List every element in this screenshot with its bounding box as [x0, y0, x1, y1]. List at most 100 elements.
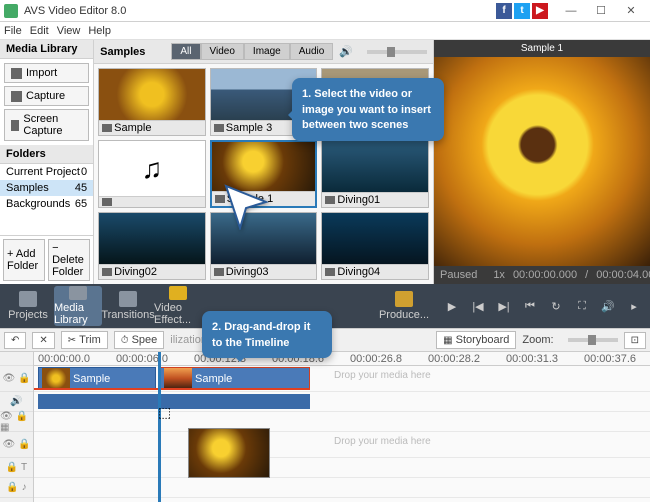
preview-duration: 00:00:04.000 — [596, 269, 650, 281]
video-track-head[interactable]: 👁 🔒 — [0, 366, 33, 392]
preview-panel: Sample 1 Paused 1x 00:00:00.000 / 00:00:… — [434, 40, 650, 284]
media-library-button[interactable]: Media Library — [54, 286, 102, 326]
produce-button[interactable]: Produce... — [380, 286, 428, 326]
thumb-audio[interactable]: ♫ — [98, 140, 206, 208]
text-track-head[interactable]: 🔒 T — [0, 458, 33, 478]
fullscreen-button[interactable]: ⛶ — [570, 294, 594, 318]
maximize-button[interactable]: ☐ — [586, 1, 616, 21]
tab-video[interactable]: Video — [201, 43, 244, 60]
delete-folder-button[interactable]: − Delete Folder — [48, 239, 90, 281]
time-ruler[interactable]: 00:00:00.0 00:00:06.0 00:00:12.3 00:00:1… — [34, 352, 650, 366]
zoom-slider[interactable] — [568, 338, 618, 342]
trim-button[interactable]: ✂ Trim — [61, 331, 108, 349]
clip-sample-2[interactable]: Sample — [160, 367, 310, 390]
folder-samples[interactable]: Samples45 — [0, 180, 93, 196]
drop-hint: Drop your media here — [334, 436, 431, 447]
screen-capture-button[interactable]: Screen Capture — [4, 109, 89, 141]
volume-button[interactable]: 🔊 — [596, 294, 620, 318]
youtube-icon[interactable]: ▶ — [532, 3, 548, 19]
overlay-track-head[interactable]: 👁 🔒 — [0, 432, 33, 458]
audio-track-head[interactable]: 🔊 — [0, 392, 33, 412]
redo-button[interactable]: ✕ — [32, 332, 54, 349]
import-button[interactable]: Import — [4, 63, 89, 83]
snapshot-button[interactable]: ▸ — [622, 294, 646, 318]
filmstrip-icon — [69, 286, 87, 300]
goto-start-button[interactable]: ⏮ — [518, 294, 542, 318]
preview-speed: 1x — [493, 269, 505, 281]
prev-frame-button[interactable]: |◀ — [466, 294, 490, 318]
music-track[interactable] — [34, 478, 650, 498]
track-area[interactable]: 00:00:00.0 00:00:06.0 00:00:12.3 00:00:1… — [34, 352, 650, 502]
social-links: f t ▶ — [496, 3, 548, 19]
playhead[interactable] — [158, 352, 161, 502]
thumb-sample[interactable]: Sample — [98, 68, 206, 136]
video-icon — [325, 268, 335, 276]
speed-button[interactable]: ⏱ Spee — [114, 331, 165, 349]
volume-icon[interactable]: 🔊 — [339, 45, 353, 58]
menu-help[interactable]: Help — [88, 25, 111, 37]
twitter-icon[interactable]: t — [514, 3, 530, 19]
music-track-head[interactable]: 🔒 ♪ — [0, 478, 33, 498]
callout-step-2: 2. Drag-and-drop it to the Timeline — [202, 311, 332, 358]
app-title: AVS Video Editor 8.0 — [24, 5, 496, 17]
camera-icon — [11, 91, 22, 102]
thumbnail-size-slider[interactable] — [367, 50, 427, 54]
loop-button[interactable]: ↻ — [544, 294, 568, 318]
preview-image[interactable] — [434, 57, 650, 266]
thumb-diving02[interactable]: Diving02 — [98, 212, 206, 280]
produce-icon — [395, 291, 413, 307]
video-track[interactable]: Sample Sample Drop your media here — [34, 366, 650, 392]
capture-button[interactable]: Capture — [4, 86, 89, 106]
menu-file[interactable]: File — [4, 25, 22, 37]
minimize-button[interactable]: — — [556, 1, 586, 21]
preview-status: Paused — [440, 269, 477, 281]
left-panel: Media Library Import Capture Screen Capt… — [0, 40, 94, 284]
folder-buttons: + Add Folder − Delete Folder — [0, 235, 93, 284]
thumb-image: ♫ — [99, 141, 205, 196]
audio-track[interactable] — [34, 392, 650, 412]
transitions-button[interactable]: Transitions — [104, 286, 152, 326]
effects-track[interactable] — [34, 412, 650, 432]
add-folder-button[interactable]: + Add Folder — [3, 239, 45, 281]
tab-audio[interactable]: Audio — [290, 43, 334, 60]
thumb-image — [322, 141, 428, 192]
tab-image[interactable]: Image — [244, 43, 290, 60]
video-icon — [102, 268, 112, 276]
thumb-image — [99, 69, 205, 120]
folder-current-project[interactable]: Current Project0 — [0, 164, 93, 180]
media-library-header: Media Library — [0, 40, 93, 59]
effects-track-head[interactable]: 👁 🔒 ▦ — [0, 412, 33, 432]
projects-button[interactable]: Projects — [4, 286, 52, 326]
folders-header: Folders — [0, 145, 93, 164]
selection-line — [34, 388, 310, 390]
folders-list: Current Project0 Samples45 Backgrounds65 — [0, 164, 93, 235]
transitions-icon — [119, 291, 137, 307]
audio-clip[interactable] — [38, 394, 310, 409]
thumb-image — [322, 213, 428, 264]
text-track[interactable] — [34, 458, 650, 478]
undo-button[interactable]: ↶ — [4, 332, 26, 349]
tab-all[interactable]: All — [171, 43, 200, 60]
play-button[interactable]: ▶ — [440, 294, 464, 318]
thumb-diving04[interactable]: Diving04 — [321, 212, 429, 280]
ruler-head — [0, 352, 33, 366]
fit-button[interactable]: ⊡ — [624, 332, 646, 349]
storyboard-button[interactable]: ▦ Storyboard — [436, 331, 516, 349]
video-icon — [325, 196, 335, 204]
drop-hint: Drop your media here — [334, 370, 431, 381]
folder-backgrounds[interactable]: Backgrounds65 — [0, 196, 93, 212]
thumb-diving01[interactable]: Diving01 — [321, 140, 429, 208]
menu-view[interactable]: View — [57, 25, 81, 37]
close-button[interactable]: ✕ — [616, 1, 646, 21]
overlay-track[interactable]: Drop your media here — [34, 432, 650, 458]
app-icon — [4, 4, 18, 18]
video-effects-button[interactable]: Video Effect... — [154, 286, 202, 326]
next-frame-button[interactable]: ▶| — [492, 294, 516, 318]
menu-edit[interactable]: Edit — [30, 25, 49, 37]
preview-title: Sample 1 — [434, 40, 650, 57]
screen-icon — [11, 120, 19, 131]
media-type-tabs: All Video Image Audio — [171, 43, 333, 60]
clip-sample-1[interactable]: Sample — [38, 367, 156, 390]
main-area: Media Library Import Capture Screen Capt… — [0, 40, 650, 284]
facebook-icon[interactable]: f — [496, 3, 512, 19]
